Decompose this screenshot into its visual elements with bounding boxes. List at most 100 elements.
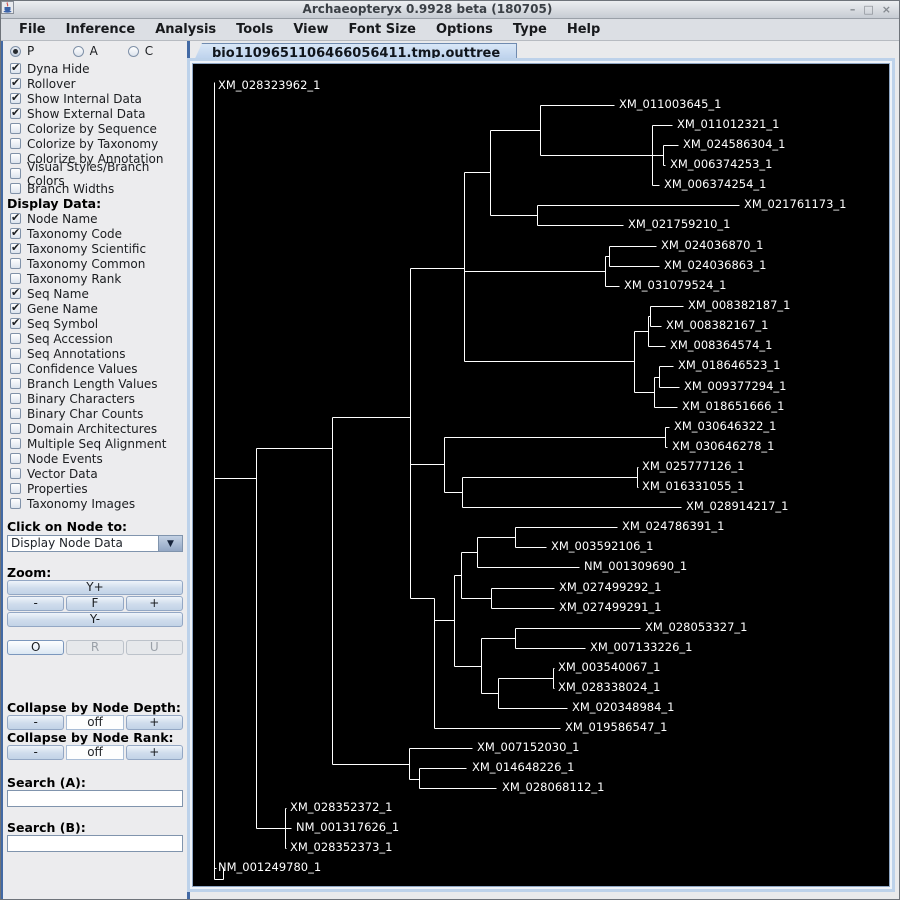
tree-leaf-label[interactable]: XM_028323962_1 xyxy=(218,79,320,92)
zoom-in-button[interactable]: + xyxy=(125,596,183,611)
tree-leaf-label[interactable]: XM_008382167_1 xyxy=(666,319,768,332)
display-seq-name[interactable]: Seq Name xyxy=(7,286,183,301)
search-a-input[interactable] xyxy=(7,790,183,807)
tree-leaf-label[interactable]: XM_028914217_1 xyxy=(686,500,788,513)
tree-leaf-label[interactable]: XM_024036863_1 xyxy=(664,259,766,272)
display-taxonomy-common[interactable]: Taxonomy Common xyxy=(7,256,183,271)
tree-leaf-label[interactable]: XM_024036870_1 xyxy=(661,239,763,252)
r-button[interactable]: R xyxy=(66,640,124,655)
tree-leaf-label[interactable]: XM_028352373_1 xyxy=(290,841,392,854)
menu-tools[interactable]: Tools xyxy=(226,20,283,39)
display-domain-architectures[interactable]: Domain Architectures xyxy=(7,421,183,436)
minimize-icon[interactable]: – xyxy=(850,3,856,17)
tree-leaf-label[interactable]: XM_008382187_1 xyxy=(688,299,790,312)
tree-leaf-label[interactable]: NM_001249780_1 xyxy=(218,861,321,874)
tree-leaf-label[interactable]: XM_009377294_1 xyxy=(684,380,786,393)
radio-option-a[interactable]: A xyxy=(72,44,128,58)
toggle-show-external-data[interactable]: Show External Data xyxy=(7,106,183,121)
menu-file[interactable]: File xyxy=(9,20,56,39)
display-gene-name[interactable]: Gene Name xyxy=(7,301,183,316)
menu-help[interactable]: Help xyxy=(557,20,610,39)
tree-leaf-label[interactable]: NM_001309690_1 xyxy=(584,560,687,573)
maximize-icon[interactable]: □ xyxy=(863,3,873,17)
display-binary-characters[interactable]: Binary Characters xyxy=(7,391,183,406)
menu-options[interactable]: Options xyxy=(426,20,503,39)
tree-leaf-label[interactable]: NM_001317626_1 xyxy=(296,821,399,834)
zoom-y-plus-button[interactable]: Y+ xyxy=(7,580,183,595)
collapse-rank-plus-button[interactable]: + xyxy=(125,745,183,760)
display-taxonomy-rank[interactable]: Taxonomy Rank xyxy=(7,271,183,286)
display-confidence-values[interactable]: Confidence Values xyxy=(7,361,183,376)
menu-type[interactable]: Type xyxy=(503,20,557,39)
tree-leaf-label[interactable]: XM_030646278_1 xyxy=(672,440,774,453)
tree-leaf-label[interactable]: XM_007152030_1 xyxy=(477,741,579,754)
display-node-events[interactable]: Node Events xyxy=(7,451,183,466)
tree-leaf-label[interactable]: XM_003540067_1 xyxy=(558,661,660,674)
display-binary-char-counts[interactable]: Binary Char Counts xyxy=(7,406,183,421)
tree-leaf-label[interactable]: XM_018646523_1 xyxy=(678,359,780,372)
toggle-show-internal-data[interactable]: Show Internal Data xyxy=(7,91,183,106)
collapse-rank-minus-button[interactable]: - xyxy=(7,745,65,760)
zoom-fit-button[interactable]: F xyxy=(66,596,124,611)
tree-leaf-label[interactable]: XM_006374254_1 xyxy=(664,178,766,191)
display-properties[interactable]: Properties xyxy=(7,481,183,496)
tree-leaf-label[interactable]: XM_011003645_1 xyxy=(619,98,721,111)
toggle-colorize-by-sequence[interactable]: Colorize by Sequence xyxy=(7,121,183,136)
toggle-rollover[interactable]: Rollover xyxy=(7,76,183,91)
tree-leaf-label[interactable]: XM_024786391_1 xyxy=(622,520,724,533)
tree-leaf-label[interactable]: XM_025777126_1 xyxy=(642,460,744,473)
phylogeny-canvas[interactable]: XM_028323962_1 XM_011003645_1 XM_011012321… xyxy=(192,63,890,887)
tree-file-tab[interactable]: bio1109651106466056411.tmp.outtree xyxy=(193,43,518,63)
menu-font-size[interactable]: Font Size xyxy=(338,20,425,39)
tree-leaf-label[interactable]: XM_028338024_1 xyxy=(558,681,660,694)
radio-option-c[interactable]: C xyxy=(127,44,183,58)
tree-leaf-label[interactable]: XM_028068112_1 xyxy=(502,781,604,794)
tree-leaf-label[interactable]: XM_024586304_1 xyxy=(683,138,785,151)
zoom-out-button[interactable]: - xyxy=(7,596,65,611)
toggle-visual-styles-branch-colors[interactable]: Visual Styles/Branch Colors xyxy=(7,160,183,188)
tree-leaf-label[interactable]: XM_021761173_1 xyxy=(744,198,846,211)
collapse-depth-minus-button[interactable]: - xyxy=(7,715,65,730)
tree-leaf-label[interactable]: XM_027499292_1 xyxy=(559,581,661,594)
display-seq-annotations[interactable]: Seq Annotations xyxy=(7,346,183,361)
menu-analysis[interactable]: Analysis xyxy=(145,20,226,39)
radio-option-p[interactable]: P xyxy=(10,44,73,58)
toggle-dyna-hide[interactable]: Dyna Hide xyxy=(7,61,183,76)
tree-leaf-label[interactable]: XM_003592106_1 xyxy=(551,540,653,553)
tree-leaf-label[interactable]: XM_028053327_1 xyxy=(645,621,747,634)
close-icon[interactable]: × xyxy=(882,3,891,17)
node-action-dropdown[interactable]: Display Node Data ▼ xyxy=(7,535,183,552)
display-seq-symbol[interactable]: Seq Symbol xyxy=(7,316,183,331)
tree-leaf-label[interactable]: XM_019586547_1 xyxy=(565,721,667,734)
menu-view[interactable]: View xyxy=(283,20,338,39)
zoom-y-minus-button[interactable]: Y- xyxy=(7,612,183,627)
display-node-name[interactable]: Node Name xyxy=(7,211,183,226)
tree-leaf-label[interactable]: XM_011012321_1 xyxy=(677,118,779,131)
tree-leaf-label[interactable]: XM_014648226_1 xyxy=(472,761,574,774)
tree-leaf-label[interactable]: XM_018651666_1 xyxy=(682,400,784,413)
display-taxonomy-code[interactable]: Taxonomy Code xyxy=(7,226,183,241)
tree-leaf-label[interactable]: XM_030646322_1 xyxy=(674,420,776,433)
tree-leaf-label[interactable]: XM_031079524_1 xyxy=(624,279,726,292)
tree-leaf-label[interactable]: XM_021759210_1 xyxy=(628,218,730,231)
tree-leaf-label[interactable]: XM_027499291_1 xyxy=(559,601,661,614)
display-seq-accession[interactable]: Seq Accession xyxy=(7,331,183,346)
display-vector-data[interactable]: Vector Data xyxy=(7,466,183,481)
collapse-depth-plus-button[interactable]: + xyxy=(125,715,183,730)
tree-leaf-label[interactable]: XM_028352372_1 xyxy=(290,801,392,814)
display-taxonomy-scientific[interactable]: Taxonomy Scientific xyxy=(7,241,183,256)
tree-leaf-label[interactable]: XM_020348984_1 xyxy=(572,701,674,714)
tree-leaf-label[interactable]: XM_006374253_1 xyxy=(670,158,772,171)
menu-inference[interactable]: Inference xyxy=(56,20,146,39)
o-button[interactable]: O xyxy=(7,640,65,655)
toggle-colorize-by-taxonomy[interactable]: Colorize by Taxonomy xyxy=(7,136,183,151)
checkbox-label: Gene Name xyxy=(27,301,98,316)
u-button[interactable]: U xyxy=(125,640,183,655)
tree-leaf-label[interactable]: XM_007133226_1 xyxy=(590,641,692,654)
display-multiple-seq-alignment[interactable]: Multiple Seq Alignment xyxy=(7,436,183,451)
display-branch-length-values[interactable]: Branch Length Values xyxy=(7,376,183,391)
tree-leaf-label[interactable]: XM_016331055_1 xyxy=(642,480,744,493)
search-b-input[interactable] xyxy=(7,835,183,852)
tree-leaf-label[interactable]: XM_008364574_1 xyxy=(670,339,772,352)
display-taxonomy-images[interactable]: Taxonomy Images xyxy=(7,496,183,511)
